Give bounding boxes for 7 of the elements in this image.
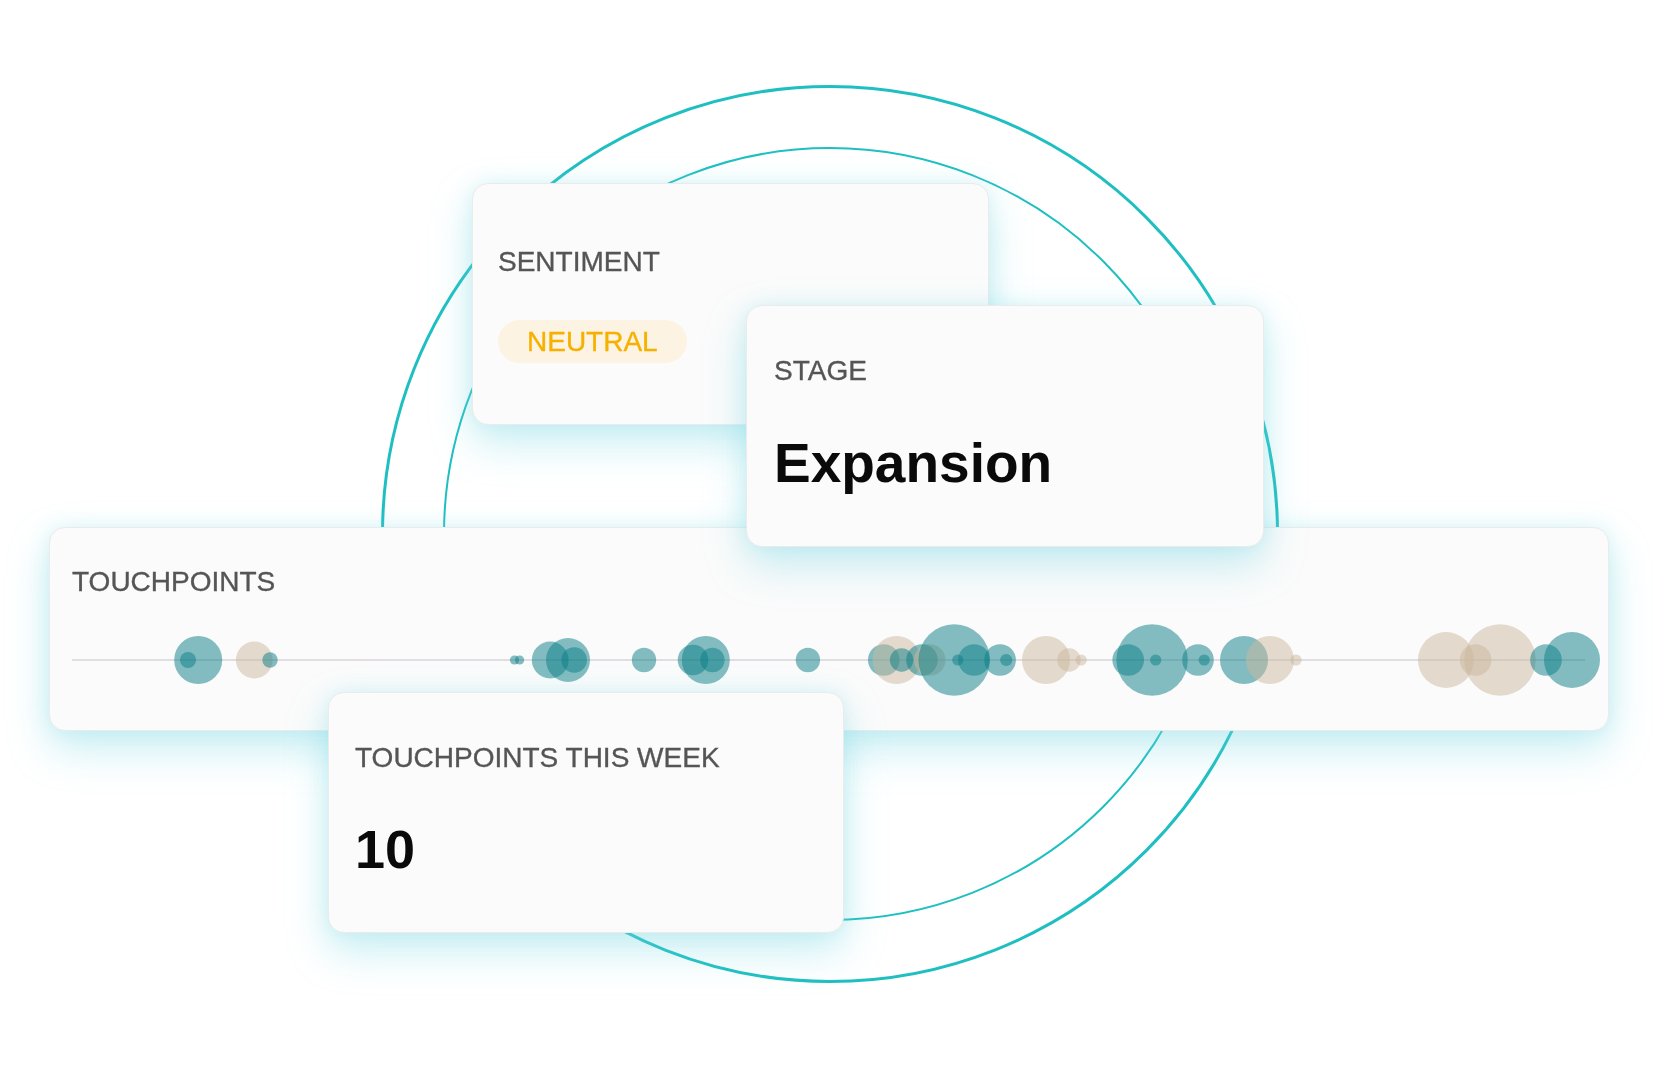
weekly-touchpoints-label: TOUCHPOINTS THIS WEEK [355,741,720,775]
stage-label: STAGE [774,354,867,388]
stage-value: Expansion [774,430,1053,496]
sentiment-label: SENTIMENT [498,245,660,279]
touchpoints-label: TOUCHPOINTS [72,565,276,599]
weekly-touchpoints-count: 10 [355,817,416,881]
sentiment-badge: NEUTRAL [498,319,687,363]
